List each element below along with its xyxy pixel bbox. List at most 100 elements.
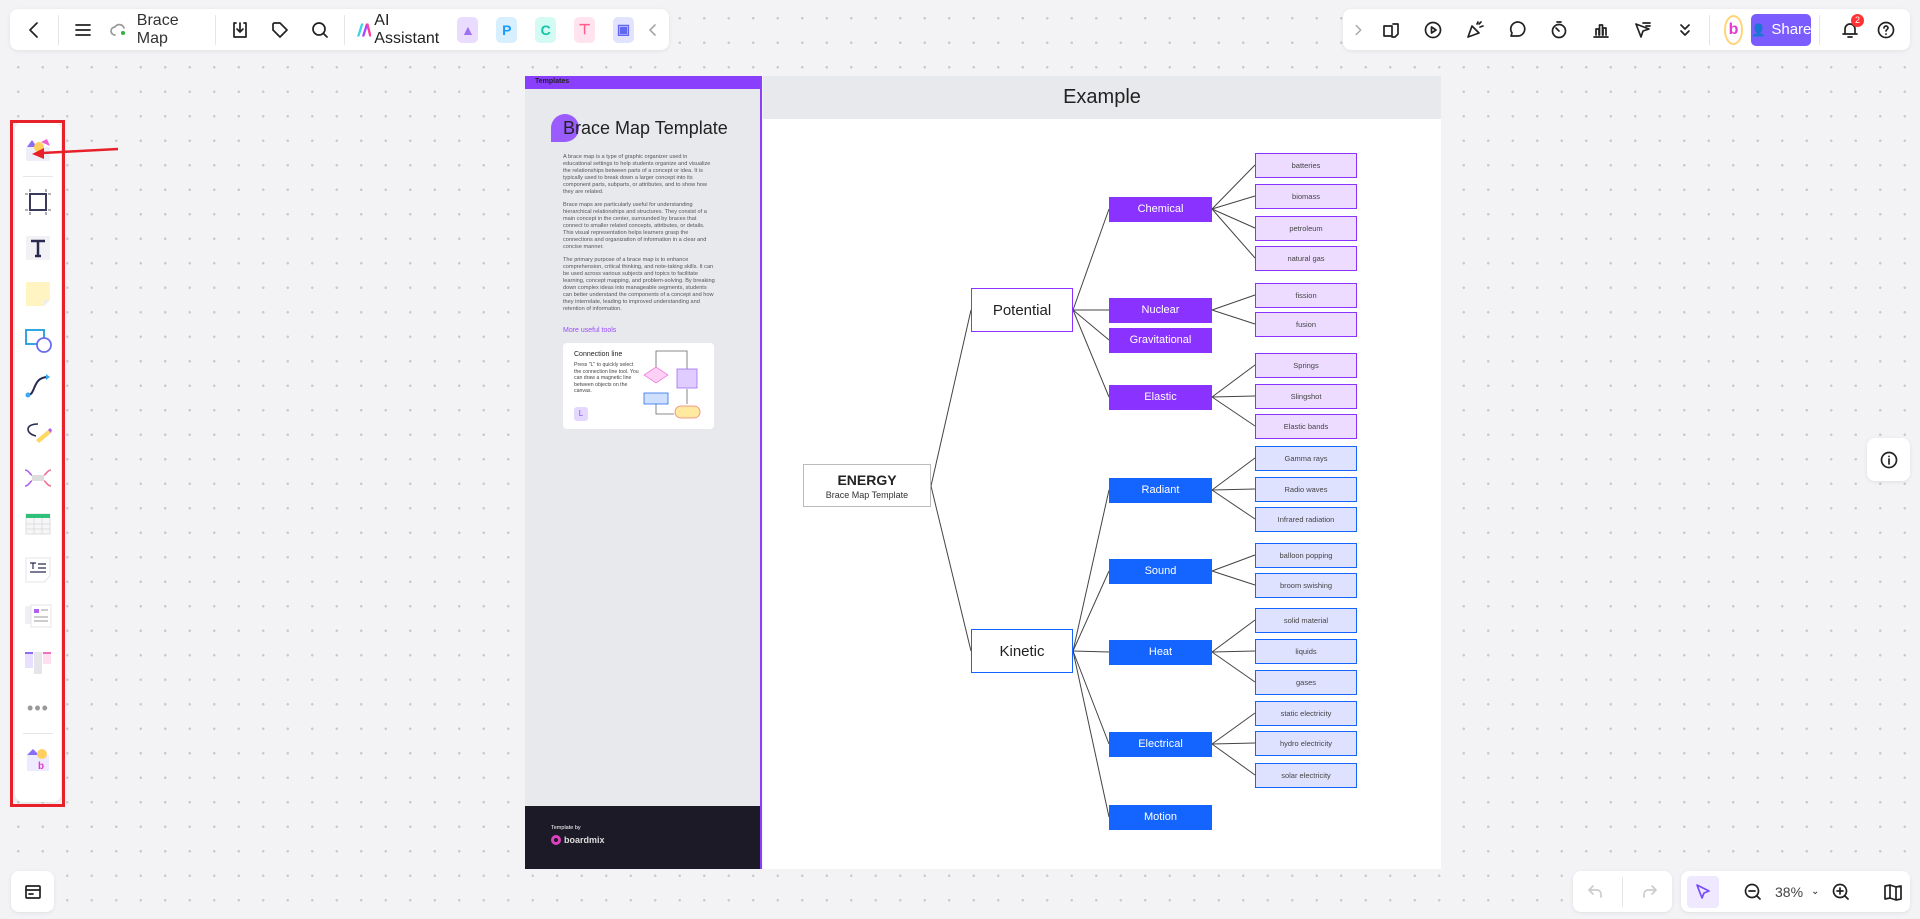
leaf-node[interactable]: liquids — [1255, 638, 1357, 664]
connector-line — [1072, 309, 1110, 398]
undo-icon[interactable] — [1577, 874, 1613, 910]
description-paragraph: A brace map is a type of graphic organiz… — [563, 154, 711, 195]
redo-icon[interactable] — [1632, 874, 1668, 910]
menu-icon[interactable] — [65, 12, 101, 48]
connection-line-card[interactable]: Connection line Press "L" to quickly sel… — [563, 343, 714, 429]
group-node-kinetic[interactable]: Kinetic — [971, 629, 1073, 673]
leaf-node[interactable]: broom swishing — [1255, 572, 1357, 598]
root-node[interactable]: ENERGY Brace Map Template — [803, 464, 931, 507]
template-footer: Template by boardmix — [525, 806, 760, 869]
example-frame[interactable]: Example ENERGY Brace Map Template Potentia… — [763, 76, 1441, 869]
leaf-node[interactable]: hydro electricity — [1255, 730, 1357, 756]
zoom-in-icon[interactable] — [1823, 874, 1859, 910]
leaf-node[interactable]: Slingshot — [1255, 383, 1357, 409]
leaf-node[interactable]: batteries — [1255, 152, 1357, 178]
collapse-left-icon[interactable] — [643, 12, 663, 48]
history-controls — [1573, 871, 1672, 912]
zoom-level[interactable]: 38% — [1775, 884, 1803, 900]
leaf-node[interactable]: solid material — [1255, 607, 1357, 633]
connector-line — [1072, 309, 1110, 341]
connector-line — [1211, 619, 1256, 653]
leaf-node[interactable]: petroleum — [1255, 215, 1357, 241]
leaf-node[interactable]: natural gas — [1255, 245, 1357, 271]
connector-line — [1072, 650, 1110, 745]
connector-line — [1211, 395, 1256, 398]
leaf-node[interactable]: balloon popping — [1255, 542, 1357, 568]
leaf-node[interactable]: gases — [1255, 669, 1357, 695]
leaf-node[interactable]: Springs — [1255, 352, 1357, 378]
info-button[interactable] — [1867, 438, 1910, 481]
shortcut-key: L — [574, 407, 588, 421]
connector-line — [930, 309, 972, 487]
card-body: Press "L" to quickly select the connecti… — [574, 362, 639, 394]
select-cursor-icon[interactable] — [1687, 875, 1719, 908]
boardmix-logo: boardmix — [551, 835, 605, 845]
minimap-toggle-button[interactable] — [11, 871, 54, 912]
ai-assistant-button[interactable]: AI Assistant — [356, 12, 443, 48]
mindmap-icon[interactable]: C — [535, 16, 557, 43]
more-tools-heading: More useful tools — [563, 327, 617, 334]
leaf-node[interactable]: solar electricity — [1255, 762, 1357, 788]
download-icon[interactable] — [222, 12, 258, 48]
leaf-node[interactable]: fusion — [1255, 311, 1357, 337]
search-icon[interactable] — [302, 12, 338, 48]
flowchart-icon[interactable]: ⊤ — [574, 16, 596, 43]
root-title: ENERGY — [837, 471, 897, 488]
category-node[interactable]: Chemical — [1109, 196, 1212, 222]
category-node[interactable]: Radiant — [1109, 477, 1212, 503]
chevron-down-icon[interactable]: ⌄ — [1811, 886, 1819, 897]
top-toolbar: Brace Map AI Assistant ▲ P C ⊤ ▣ — [10, 9, 669, 50]
leaf-node[interactable]: static electricity — [1255, 700, 1357, 726]
category-node[interactable]: Nuclear — [1109, 297, 1212, 323]
template-title: Brace Map Template — [563, 118, 728, 138]
share-button[interactable]: 👤 Share — [1751, 13, 1812, 46]
tag-icon[interactable] — [262, 12, 298, 48]
connector-line — [1211, 294, 1256, 311]
zoom-controls: 38% ⌄ — [1681, 871, 1910, 912]
ai-image-icon[interactable]: ▲ — [457, 16, 479, 43]
divider — [1621, 876, 1623, 907]
template-panel-header: Templates — [525, 76, 760, 89]
celebrate-icon[interactable] — [1457, 12, 1493, 48]
category-node[interactable]: Heat — [1109, 639, 1212, 665]
vote-icon[interactable] — [1583, 12, 1619, 48]
sticky-lock-icon[interactable] — [1373, 12, 1409, 48]
leaf-node[interactable]: Elastic bands — [1255, 413, 1357, 439]
category-node[interactable]: Gravitational — [1109, 327, 1212, 353]
connector-line — [1072, 650, 1110, 653]
connector-line — [1211, 396, 1256, 427]
connector-line — [1211, 208, 1256, 229]
leaf-node[interactable]: biomass — [1255, 183, 1357, 209]
comment-icon[interactable] — [1499, 12, 1535, 48]
document-title[interactable]: Brace Map — [137, 12, 199, 48]
leaf-node[interactable]: Infrared radiation — [1255, 506, 1357, 532]
leaf-node[interactable]: Gamma rays — [1255, 445, 1357, 471]
timer-icon[interactable] — [1541, 12, 1577, 48]
top-right-toolbar: b 👤 Share 2 — [1343, 9, 1910, 50]
play-icon[interactable] — [1415, 12, 1451, 48]
presentation-p-icon[interactable]: P — [496, 16, 518, 43]
category-node[interactable]: Motion — [1109, 804, 1212, 830]
template-info-panel[interactable]: Templates Brace Map Template A brace map… — [525, 76, 762, 869]
ai-assistant-icon — [356, 22, 372, 37]
leaf-node[interactable]: fission — [1255, 282, 1357, 308]
minimap-toggle-icon — [15, 874, 51, 910]
zoom-out-icon[interactable] — [1735, 874, 1771, 910]
more-down-icon[interactable] — [1667, 12, 1703, 48]
cursor-follow-icon[interactable] — [1625, 12, 1661, 48]
help-icon[interactable] — [1868, 12, 1904, 48]
leaf-node[interactable]: Radio waves — [1255, 476, 1357, 502]
divider — [343, 14, 345, 45]
divider — [58, 14, 59, 45]
avatar[interactable]: b — [1723, 14, 1744, 45]
category-node[interactable]: Elastic — [1109, 384, 1212, 410]
expand-right-icon[interactable] — [1349, 12, 1367, 48]
back-icon[interactable] — [16, 12, 52, 48]
category-node[interactable]: Electrical — [1109, 731, 1212, 757]
notification-badge: 2 — [1851, 13, 1864, 27]
category-node[interactable]: Sound — [1109, 558, 1212, 584]
group-node-potential[interactable]: Potential — [971, 288, 1073, 332]
bell-icon[interactable]: 2 — [1832, 12, 1868, 48]
map-icon[interactable] — [1875, 874, 1911, 910]
chat-icon[interactable]: ▣ — [613, 16, 634, 43]
